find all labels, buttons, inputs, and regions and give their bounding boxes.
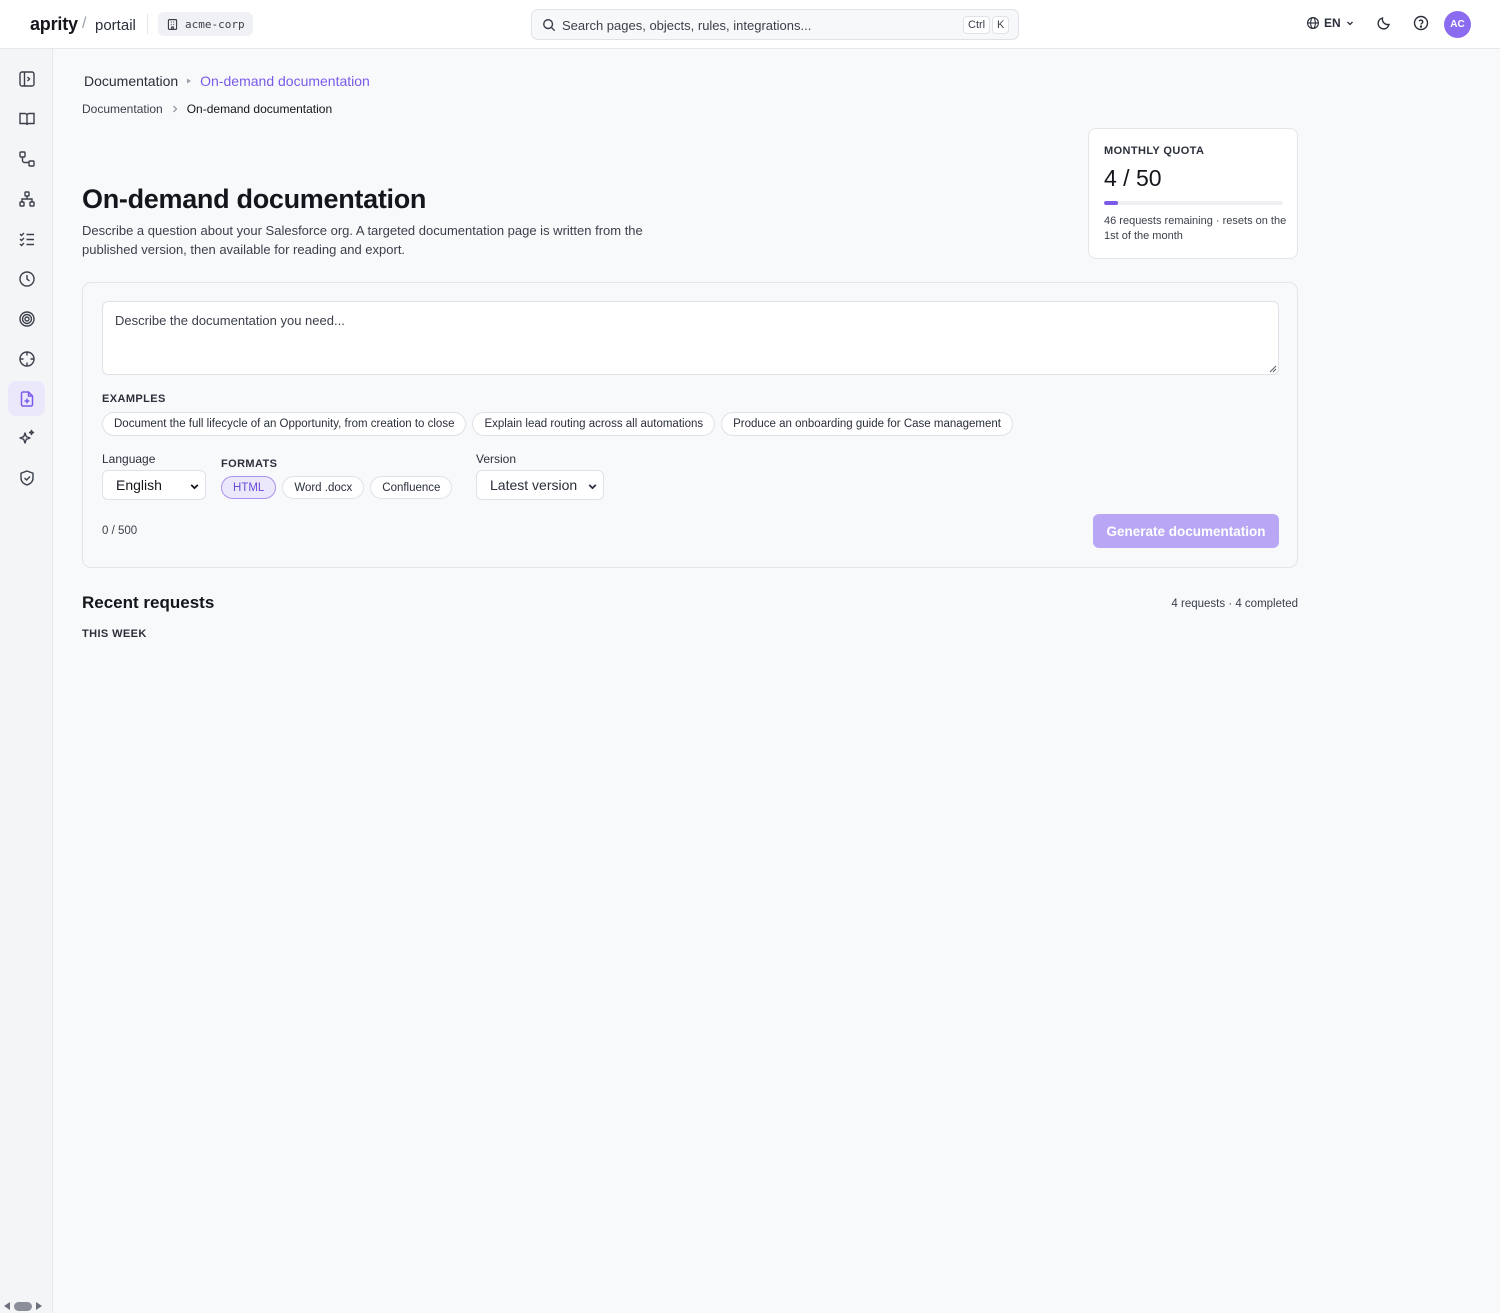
format-options: HTML Word .docx Confluence [221, 476, 453, 499]
version-select[interactable]: Latest version [476, 470, 604, 500]
breadcrumb-parent-link[interactable]: Documentation [84, 73, 178, 89]
breadcrumb-current: On-demand documentation [186, 102, 333, 116]
language-code: EN [1324, 16, 1341, 30]
formats-label: FORMATS [221, 458, 278, 470]
org-switcher[interactable]: acme-corp [158, 12, 253, 36]
example-chip[interactable]: Produce an onboarding guide for Case man… [721, 412, 1013, 436]
hierarchy-icon [18, 190, 36, 208]
flow-icon [18, 150, 36, 168]
checklist-icon [18, 230, 36, 248]
sidebar-item-history[interactable] [8, 261, 45, 296]
crosshair-icon [18, 350, 36, 368]
avatar[interactable]: AC [1444, 11, 1471, 38]
sidebar-item-on-demand-docs[interactable] [8, 381, 45, 416]
group-label-this-week: THIS WEEK [82, 628, 147, 640]
book-icon [18, 110, 36, 128]
top-bar: aprity / portail acme-corp Ctrl K EN AC [0, 0, 1500, 49]
quota-note: 46 requests remaining · resets on the 1s… [1104, 215, 1287, 242]
breadcrumb-current: On-demand documentation [200, 73, 370, 89]
page-description: Describe a question about your Salesforc… [82, 223, 643, 257]
language-value: English [116, 477, 162, 493]
monthly-quota-card: MONTHLY QUOTA 4 / 50 46 requests remaini… [1088, 128, 1298, 259]
page-title: On-demand documentation [82, 184, 427, 214]
examples-label: EXAMPLES [102, 393, 166, 405]
scroll-left-icon[interactable] [3, 1301, 11, 1311]
sidebar-item-checklist[interactable] [8, 221, 45, 256]
breadcrumb-header: Documentation On-demand documentation [84, 73, 370, 89]
chevron-right-icon [171, 105, 179, 113]
examples-list: Document the full lifecycle of an Opport… [102, 412, 1013, 436]
resize-grip-icon[interactable] [1269, 365, 1277, 373]
format-option-confluence[interactable]: Confluence [370, 476, 453, 499]
breadcrumb: Documentation On-demand documentation [82, 102, 332, 116]
quota-progress-fill [1104, 201, 1119, 205]
horizontal-scroll-controls[interactable] [3, 1301, 43, 1311]
kbd-k: K [992, 16, 1010, 34]
recent-requests-title: Recent requests [82, 593, 215, 612]
sidebar-item-hierarchy[interactable] [8, 181, 45, 216]
version-value: Latest version [490, 477, 578, 493]
sidebar [0, 49, 53, 1313]
sidebar-toggle-icon [18, 70, 36, 88]
sidebar-item-focus[interactable] [8, 341, 45, 376]
search-icon [542, 18, 556, 32]
chevron-down-icon [1345, 18, 1355, 28]
caret-right-icon [186, 78, 192, 84]
language-select[interactable]: English [102, 470, 206, 500]
kbd-ctrl: Ctrl [963, 16, 991, 34]
sparkles-icon [18, 429, 36, 447]
clock-icon [18, 270, 36, 288]
quota-progress-bar [1104, 201, 1283, 205]
request-form-card: EXAMPLES Document the full lifecycle of … [82, 282, 1298, 568]
example-chip[interactable]: Explain lead routing across all automati… [472, 412, 716, 436]
version-label: Version [476, 452, 517, 466]
language-switcher[interactable]: EN [1306, 16, 1355, 30]
moon-icon[interactable] [1376, 15, 1392, 31]
sidebar-item-ai[interactable] [8, 420, 45, 455]
chevron-down-icon [189, 481, 200, 492]
sidebar-item-security[interactable] [8, 460, 45, 495]
global-search[interactable]: Ctrl K [531, 9, 1019, 40]
brand-logo[interactable]: aprity [30, 14, 78, 35]
generate-documentation-button[interactable]: Generate documentation [1093, 514, 1279, 548]
breadcrumb-parent-link[interactable]: Documentation [82, 102, 163, 116]
format-option-html[interactable]: HTML [221, 476, 277, 499]
product-name[interactable]: portail [95, 17, 136, 34]
scroll-right-icon[interactable] [35, 1301, 43, 1311]
sidebar-item-documentation[interactable] [8, 101, 45, 136]
shield-check-icon [18, 469, 36, 487]
recent-requests-summary: 4 requests · 4 completed [1171, 598, 1298, 610]
org-name: acme-corp [185, 17, 245, 31]
quota-label: MONTHLY QUOTA [1104, 145, 1205, 157]
divider [147, 14, 148, 34]
sidebar-toggle[interactable] [8, 61, 45, 96]
building-icon [166, 18, 179, 31]
brand-separator: / [82, 15, 87, 32]
documentation-request-input[interactable] [102, 301, 1279, 375]
globe-icon [1306, 16, 1320, 30]
format-option-docx[interactable]: Word .docx [282, 476, 365, 499]
example-chip[interactable]: Document the full lifecycle of an Opport… [102, 412, 467, 436]
quota-value: 4 / 50 [1104, 165, 1162, 191]
sidebar-item-flows[interactable] [8, 141, 45, 176]
search-input[interactable] [562, 16, 942, 34]
file-plus-icon [18, 390, 36, 408]
scroll-thumb[interactable] [14, 1301, 32, 1311]
chevron-down-icon [587, 481, 598, 492]
language-label: Language [102, 452, 156, 466]
target-icon [18, 310, 36, 328]
sidebar-item-goals[interactable] [8, 301, 45, 336]
help-icon[interactable] [1413, 15, 1429, 31]
character-counter: 0 / 500 [102, 525, 138, 537]
